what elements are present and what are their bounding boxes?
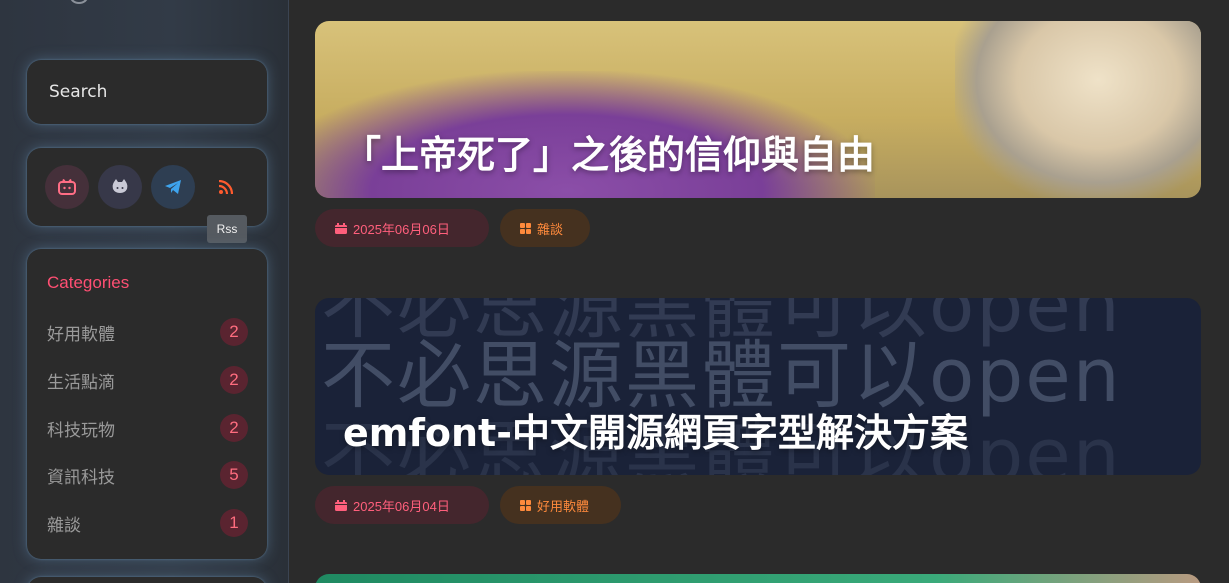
- post-cover-card[interactable]: 不必思源黑體可以open 不必思源黑體可以open 不必思源黑體可以open e…: [315, 298, 1201, 475]
- category-label: 資訊科技: [47, 467, 115, 488]
- post-date: 2025年06月06日: [353, 221, 450, 237]
- category-label: 生活點滴: [47, 372, 115, 393]
- github-link[interactable]: [98, 165, 142, 209]
- post-category: 雜談: [537, 221, 564, 237]
- theme-toggle-icon[interactable]: [70, 0, 88, 4]
- calendar-icon: [335, 499, 347, 511]
- telegram-link[interactable]: [151, 165, 195, 209]
- rss-link[interactable]: [204, 165, 248, 209]
- category-item[interactable]: 生活點滴 2: [47, 365, 248, 395]
- category-label: 好用軟體: [47, 324, 115, 345]
- post-category-tag[interactable]: 好用軟體: [500, 486, 621, 524]
- category-count-badge: 1: [220, 509, 248, 537]
- category-item[interactable]: 資訊科技 5: [47, 460, 248, 490]
- post-category: 好用軟體: [537, 498, 590, 514]
- bilibili-icon: [58, 179, 76, 195]
- post-category-tag[interactable]: 雜談: [500, 209, 590, 247]
- search-input[interactable]: [27, 60, 267, 124]
- rss-tooltip: Rss: [207, 215, 247, 243]
- search-box: [27, 60, 267, 124]
- post-date-tag[interactable]: 2025年06月06日: [315, 209, 489, 247]
- category-item[interactable]: 好用軟體 2: [47, 317, 248, 347]
- categories-title: Categories: [47, 273, 130, 292]
- category-item[interactable]: 科技玩物 2: [47, 413, 248, 443]
- post-title: 「上帝死了」之後的信仰與自由: [343, 133, 876, 177]
- category-grid-icon: [520, 499, 531, 511]
- post-date-tag[interactable]: 2025年06月04日: [315, 486, 489, 524]
- cover-art-figure: [955, 21, 1201, 198]
- rss-icon: [219, 180, 233, 194]
- categories-panel: Categories 好用軟體 2 生活點滴 2 科技玩物 2 資訊科技 5 雜…: [27, 249, 267, 559]
- category-grid-icon: [520, 222, 531, 234]
- post-title: emfont-中文開源網頁字型解決方案: [343, 411, 968, 455]
- post-date: 2025年06月04日: [353, 498, 450, 514]
- calendar-icon: [335, 222, 347, 234]
- bilibili-link[interactable]: [45, 165, 89, 209]
- category-item[interactable]: 雜談 1: [47, 508, 248, 538]
- category-label: 雜談: [47, 515, 81, 536]
- sidebar-panel-next: [27, 577, 267, 583]
- post-cover-card[interactable]: 「上帝死了」之後的信仰與自由: [315, 21, 1201, 198]
- category-count-badge: 5: [220, 461, 248, 489]
- category-count-badge: 2: [220, 366, 248, 394]
- telegram-icon: [165, 180, 181, 194]
- post-cover-card[interactable]: [315, 574, 1201, 583]
- category-count-badge: 2: [220, 318, 248, 346]
- category-label: 科技玩物: [47, 420, 115, 441]
- category-count-badge: 2: [220, 414, 248, 442]
- sidebar: Rss Categories 好用軟體 2 生活點滴 2 科技玩物 2 資訊科技…: [0, 0, 289, 583]
- github-icon: [112, 179, 128, 193]
